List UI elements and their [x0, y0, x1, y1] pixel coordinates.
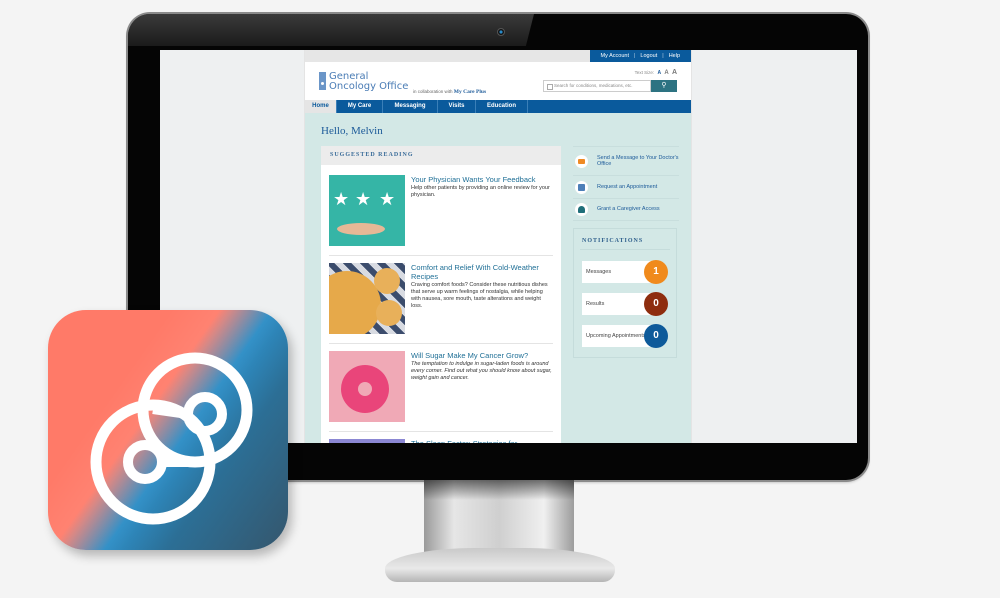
logo-line-2: Oncology Office [329, 80, 409, 92]
text-size-control: Text Size: A A A [635, 69, 677, 76]
article-item[interactable]: Comfort and Relief With Cold-Weather Rec… [329, 263, 553, 334]
webcam-icon [497, 28, 505, 36]
collab-brand: My Care Plus [453, 89, 487, 95]
article-item[interactable]: ★ ★ ★ Your Physician Wants Your Feedback… [329, 175, 553, 246]
donut-hole [358, 382, 372, 396]
quick-actions: Send a Message to Your Doctor's Office R… [573, 146, 679, 221]
pot-pie-image [329, 263, 405, 334]
nav-visits[interactable]: Visits [438, 100, 476, 113]
pink-donut-image [329, 351, 405, 422]
bezel-gloss [128, 14, 534, 46]
collab-prefix: in collaboration with [413, 89, 453, 94]
nav-home[interactable]: Home [305, 100, 337, 113]
envelope-icon [575, 154, 588, 168]
app-icon[interactable] [48, 310, 288, 550]
monitor-stand-neck [424, 480, 574, 558]
text-size-large[interactable]: A [672, 69, 677, 76]
hand-shape [337, 223, 385, 235]
divider [329, 431, 553, 432]
notification-count-badge: 0 [644, 324, 668, 348]
ribbon-logo-icon [319, 72, 326, 90]
notification-count-badge: 1 [644, 260, 668, 284]
lower-node [123, 440, 167, 484]
star-icon: ★ [355, 189, 371, 209]
greeting: Hello, Melvin [321, 125, 383, 137]
pie-shape [329, 271, 381, 334]
logout-link[interactable]: Logout [635, 53, 662, 59]
main-nav: Home My Care Messaging Visits Education [305, 100, 691, 113]
search-button[interactable]: ⚲ [651, 80, 677, 92]
article-title[interactable]: The Sleep Factor: Strategies for [411, 439, 517, 443]
notification-appointments[interactable]: Upcoming Appointments 0 [582, 324, 668, 348]
linked-circles-logo-icon [90, 352, 253, 525]
divider [580, 249, 670, 250]
doctor-hand-stars-image: ★ ★ ★ [329, 175, 405, 246]
notifications-panel: NOTIFICATIONS Messages 1 Results 0 Upcom… [573, 228, 677, 358]
upper-connector [152, 404, 189, 419]
monitor-stand-base [385, 548, 615, 582]
article-description: Craving comfort foods? Consider these nu… [411, 282, 548, 309]
action-label: Grant a Caregiver Access [597, 206, 660, 213]
request-appointment-action[interactable]: Request an Appointment [573, 175, 679, 198]
text-size-medium[interactable]: A [664, 70, 668, 76]
nav-my-care[interactable]: My Care [337, 100, 383, 113]
article-title[interactable]: Your Physician Wants Your Feedback [411, 175, 553, 184]
article-title[interactable]: Will Sugar Make My Cancer Grow? [411, 351, 553, 360]
notification-count-badge: 0 [644, 292, 668, 316]
article-description: Help other patients by providing an onli… [411, 185, 550, 198]
magnifier-icon: ⚲ [661, 82, 667, 89]
search-bar: Search for conditions, medications, etc.… [543, 80, 677, 92]
nav-education[interactable]: Education [476, 100, 528, 113]
biscuit-shape [374, 268, 400, 294]
star-icon: ★ [333, 189, 349, 209]
people-icon [575, 203, 588, 216]
account-links: My Account | Logout | Help [589, 50, 691, 62]
article-description: The temptation to indulge in sugar-laden… [411, 361, 552, 381]
notification-results[interactable]: Results 0 [582, 292, 668, 316]
caregiver-access-action[interactable]: Grant a Caregiver Access [573, 198, 679, 221]
calendar-icon [575, 180, 588, 194]
action-label: Send a Message to Your Doctor's Office [597, 154, 679, 168]
send-message-action[interactable]: Send a Message to Your Doctor's Office [573, 146, 679, 175]
suggested-reading-title: SUGGESTED READING [321, 146, 561, 165]
nav-messaging[interactable]: Messaging [383, 100, 438, 113]
site-header: General Oncology Office in collaboration… [305, 62, 691, 100]
article-title[interactable]: Comfort and Relief With Cold-Weather Rec… [411, 263, 553, 281]
sleep-image [329, 439, 405, 443]
site-logo[interactable]: General Oncology Office [319, 72, 408, 91]
biscuit-shape [376, 300, 402, 326]
divider [329, 343, 553, 344]
my-account-link[interactable]: My Account [596, 53, 634, 59]
search-input[interactable]: Search for conditions, medications, etc. [543, 80, 651, 92]
star-icon: ★ [379, 189, 395, 209]
article-item[interactable]: Will Sugar Make My Cancer Grow? The temp… [329, 351, 553, 422]
top-bar: My Account | Logout | Help [305, 50, 691, 62]
article-item[interactable]: The Sleep Factor: Strategies for [329, 439, 553, 443]
separator: | [633, 53, 636, 59]
notification-messages[interactable]: Messages 1 [582, 260, 668, 284]
action-label: Request an Appointment [597, 183, 658, 190]
help-link[interactable]: Help [664, 53, 685, 59]
text-size-label: Text Size: [634, 70, 655, 75]
divider [329, 255, 553, 256]
web-page: My Account | Logout | Help General Oncol… [304, 50, 692, 443]
text-size-small[interactable]: A [657, 70, 661, 76]
suggested-reading-card: SUGGESTED READING ★ ★ ★ Your Physician W… [321, 146, 561, 443]
separator: | [662, 53, 664, 59]
collaboration-note: in collaboration with My Care Plus [413, 89, 486, 95]
notifications-title: NOTIFICATIONS [582, 238, 644, 244]
